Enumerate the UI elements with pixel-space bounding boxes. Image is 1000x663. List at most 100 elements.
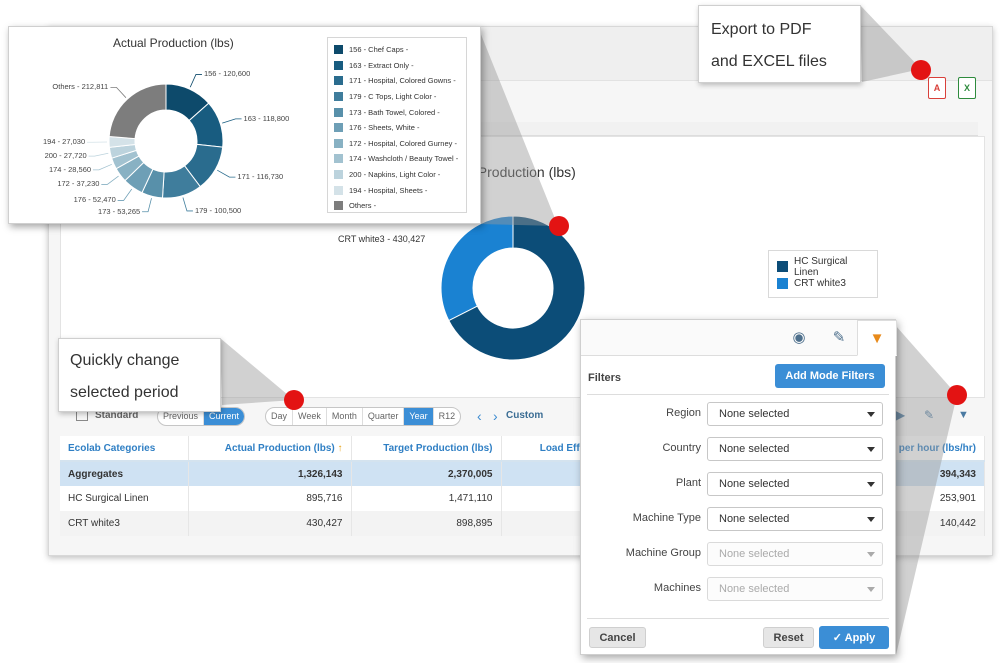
divider xyxy=(587,618,889,619)
legend-entry[interactable]: 172 - Hospital, Colored Gurney - xyxy=(334,136,460,152)
slice-label: 173 - 53,265 xyxy=(98,206,141,216)
slice-connector xyxy=(182,197,193,212)
slice-label: Others - 212,811 xyxy=(52,82,109,92)
export-callout-line1: Export to PDF xyxy=(711,21,812,38)
popup-chart-legend: 156 - Chef Caps - 163 - Extract Only - 171… xyxy=(327,37,467,213)
edit-icon[interactable]: ✎ xyxy=(819,320,859,356)
legend-label: Others - xyxy=(349,201,377,211)
apply-button[interactable]: ✓ Apply xyxy=(819,626,889,649)
legend-entry[interactable]: Others - xyxy=(334,198,460,214)
filter-select[interactable]: None selected xyxy=(707,437,883,461)
legend-label: 174 - Washcloth / Beauty Towel - xyxy=(349,154,459,164)
period-callout-line2: selected period xyxy=(70,384,179,401)
chevron-down-icon xyxy=(867,412,875,417)
legend-swatch xyxy=(334,92,343,102)
slice-connector xyxy=(222,118,242,124)
legend-entry[interactable]: 156 - Chef Caps - xyxy=(334,42,460,58)
legend-label: 163 - Extract Only - xyxy=(349,60,414,70)
slice-connector xyxy=(117,188,133,201)
chevron-down-icon xyxy=(867,552,875,557)
legend-swatch xyxy=(334,154,343,164)
slice-label: 176 - 52,470 xyxy=(73,195,116,205)
slice-label: 194 - 27,030 xyxy=(43,137,86,147)
filters-heading: Filters xyxy=(588,372,622,384)
cancel-button[interactable]: Cancel xyxy=(589,627,646,648)
legend-label: 176 - Sheets, White - xyxy=(349,123,420,133)
export-callout-line2: and EXCEL files xyxy=(711,53,827,70)
filter-label: Machines xyxy=(653,582,701,594)
filter-icon[interactable]: ▼ xyxy=(857,320,897,356)
slice-connector xyxy=(88,152,109,157)
period-marker-dot xyxy=(284,390,304,410)
legend-label: 156 - Chef Caps - xyxy=(349,45,409,55)
export-callout: Export to PDF and EXCEL files xyxy=(698,5,861,83)
divider xyxy=(587,394,889,395)
legend-label: 172 - Hospital, Colored Gurney - xyxy=(349,138,457,148)
add-mode-filters-button[interactable]: Add Mode Filters xyxy=(775,364,885,388)
filter-select[interactable]: None selected xyxy=(707,402,883,426)
legend-label: 173 - Bath Towel, Colored - xyxy=(349,107,440,117)
legend-entry[interactable]: 176 - Sheets, White - xyxy=(334,120,460,136)
filter-select-value: None selected xyxy=(719,513,790,525)
legend-label: 171 - Hospital, Colored Gowns - xyxy=(349,76,456,86)
chevron-down-icon xyxy=(867,517,875,522)
slice-connector xyxy=(92,163,112,171)
legend-label: 200 - Napkins, Light Color - xyxy=(349,170,441,180)
slice-connector xyxy=(110,87,127,98)
filter-select[interactable]: None selected xyxy=(707,507,883,531)
slice-connector xyxy=(142,198,152,213)
chevron-down-icon xyxy=(867,447,875,452)
chart-marker-dot xyxy=(549,216,569,236)
period-callout: Quickly change selected period xyxy=(58,338,221,412)
check-circle-icon: ✓ xyxy=(832,632,842,644)
filter-label: Plant xyxy=(675,477,701,489)
filter-label: Country xyxy=(662,442,701,454)
legend-entry[interactable]: 179 - C Tops, Light Color - xyxy=(334,89,460,105)
filter-marker-dot xyxy=(947,385,967,405)
legend-entry[interactable]: 163 - Extract Only - xyxy=(334,58,460,74)
slice-label: 174 - 28,560 xyxy=(48,164,92,174)
slice-label: 171 - 116,730 xyxy=(237,172,284,182)
slice-label: 179 - 100,500 xyxy=(194,205,242,215)
popup-donut-chart xyxy=(87,74,242,213)
legend-swatch xyxy=(334,76,343,86)
reset-button[interactable]: Reset xyxy=(763,627,814,648)
apply-label: Apply xyxy=(844,632,876,644)
filter-panel: ◉ ✎ ▼ Filters Add Mode Filters Region Non… xyxy=(580,319,897,655)
legend-swatch xyxy=(334,107,343,117)
filter-label: Region xyxy=(666,407,701,419)
filter-select-value: None selected xyxy=(719,443,790,455)
slice-label: 172 - 37,230 xyxy=(57,179,100,189)
filter-label: Machine Type xyxy=(632,512,701,524)
legend-entry[interactable]: 171 - Hospital, Colored Gowns - xyxy=(334,73,460,89)
slice-label: 200 - 27,720 xyxy=(44,151,87,161)
legend-swatch xyxy=(334,185,343,195)
legend-swatch xyxy=(334,123,343,133)
legend-swatch xyxy=(334,201,343,211)
legend-entry[interactable]: 174 - Washcloth / Beauty Towel - xyxy=(334,151,460,167)
legend-label: 179 - C Tops, Light Color - xyxy=(349,92,437,102)
legend-swatch xyxy=(334,138,343,148)
legend-entry[interactable]: 194 - Hospital, Sheets - xyxy=(334,182,460,198)
filter-select-value: None selected xyxy=(719,583,790,595)
donut-popup-beam xyxy=(480,32,558,226)
slice-connector xyxy=(217,169,236,178)
filter-select[interactable]: None selected xyxy=(707,472,883,496)
legend-label: 194 - Hospital, Sheets - xyxy=(349,185,428,195)
legend-entry[interactable]: 173 - Bath Towel, Colored - xyxy=(334,104,460,120)
slice-label: 156 - 120,600 xyxy=(203,69,251,79)
donut-slice[interactable] xyxy=(108,83,167,140)
filter-label: Machine Group xyxy=(625,547,701,559)
actual-production-popup: Actual Production (lbs) 156 - 120,600 163… xyxy=(8,26,481,224)
period-callout-beam xyxy=(220,338,294,405)
view-eye-icon[interactable]: ◉ xyxy=(779,320,819,356)
export-marker-dot xyxy=(911,60,931,80)
filter-panel-tabs: ◉ ✎ ▼ xyxy=(581,320,897,356)
legend-entry[interactable]: 200 - Napkins, Light Color - xyxy=(334,167,460,183)
filter-select-value: None selected xyxy=(719,408,790,420)
slice-connector xyxy=(189,74,202,88)
chevron-down-icon xyxy=(867,587,875,592)
filter-panel-beam xyxy=(896,326,957,655)
filter-select: None selected xyxy=(707,577,883,601)
legend-swatch xyxy=(334,60,343,70)
